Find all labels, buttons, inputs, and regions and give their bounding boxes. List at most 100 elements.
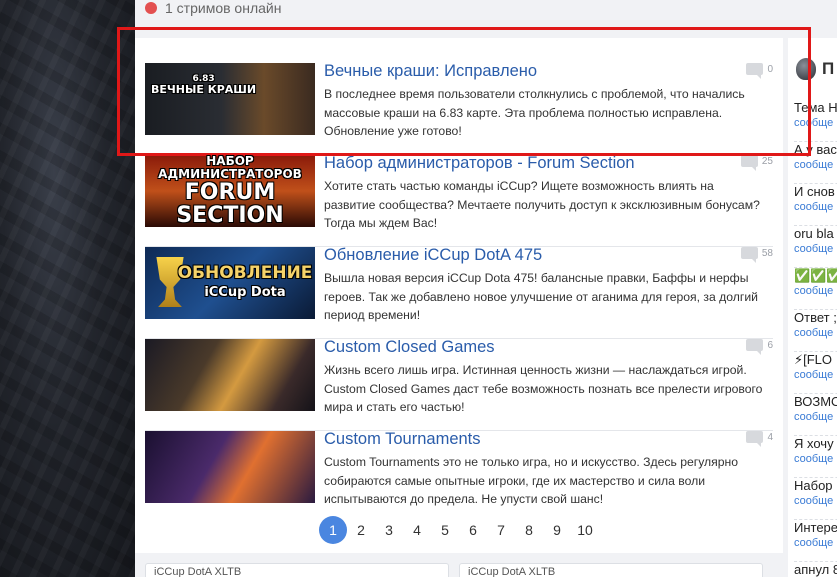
news-item[interactable]: 6.83 ВЕЧНЫЕ КРАШИ Вечные краши: Исправле… — [145, 62, 773, 155]
page-10-button[interactable]: 10 — [571, 516, 599, 544]
topic-item[interactable]: И снов сообще — [794, 184, 837, 226]
news-item[interactable]: ОБНОВЛЕНИЕ iCCup Dota Обновление iCCup D… — [145, 246, 773, 339]
news-description: Вышла новая версия iCCup Dota 475! балан… — [324, 271, 758, 322]
streams-online-label: 1 стримов онлайн — [165, 0, 282, 16]
shield-icon — [796, 58, 816, 80]
news-description: Хотите стать частью команды iCCup? Ищете… — [324, 179, 760, 230]
topic-item[interactable]: ВОЗМО сообще — [794, 394, 837, 436]
topic-meta[interactable]: сообще — [794, 537, 833, 549]
topic-item[interactable]: Тема Н сообще — [794, 100, 837, 142]
news-item[interactable]: НАБОР АДМИНИСТРАТОРОВ FORUM SECTION Набо… — [145, 154, 773, 247]
comment-count-value: 4 — [767, 431, 773, 443]
topic-meta[interactable]: сообще — [794, 285, 833, 297]
page-5-button[interactable]: 5 — [431, 516, 459, 544]
comment-count[interactable]: 4 — [746, 431, 773, 447]
topic-item[interactable]: Набор сообще — [794, 478, 837, 520]
topic-title[interactable]: Набор — [794, 478, 833, 493]
streams-online-bar[interactable]: 1 стримов онлайн — [135, 0, 783, 18]
news-item[interactable]: Custom Closed Games Жизнь всего лишь игр… — [145, 338, 773, 431]
comment-count[interactable]: 25 — [740, 155, 773, 171]
topic-item[interactable]: ⚡[FLO сообще — [794, 352, 837, 394]
comment-count-value: 25 — [761, 155, 773, 167]
topic-meta[interactable]: сообще — [794, 201, 833, 213]
comment-bubble-icon — [740, 155, 758, 171]
topic-meta[interactable]: сообще — [794, 327, 833, 339]
topic-title[interactable]: апнул 8 — [794, 562, 837, 577]
bottom-card[interactable]: iCCup DotA XLTB — [145, 563, 449, 577]
topic-title[interactable]: ВОЗМО — [794, 394, 837, 409]
news-title[interactable]: Вечные краши: Исправлено — [324, 62, 537, 81]
news-title[interactable]: Набор администраторов - Forum Section — [324, 154, 635, 173]
comment-bubble-icon — [746, 431, 764, 447]
background-art — [0, 0, 135, 577]
topic-meta[interactable]: сообще — [794, 411, 833, 423]
news-title[interactable]: Обновление iCCup DotA 475 — [324, 246, 542, 265]
news-description: В последнее время пользователи столкнули… — [324, 87, 745, 138]
forum-topics-panel: П Тема Н сообще А у вас сообще И снов сообщ… — [788, 38, 837, 577]
topic-title[interactable]: Ответ ; — [794, 310, 837, 325]
news-description: Custom Tournaments это не только игра, н… — [324, 455, 739, 506]
page-4-button[interactable]: 4 — [403, 516, 431, 544]
live-dot-icon — [145, 2, 157, 14]
forum-topics-title: П — [822, 59, 835, 78]
comment-bubble-icon — [746, 63, 764, 79]
thumbnail-caption: НАБОР АДМИНИСТРАТОРОВ — [158, 155, 302, 181]
topic-title[interactable]: ✅✅✅ — [794, 268, 837, 284]
bottom-cards: iCCup DotA XLTB iCCup DotA XLTB — [145, 563, 773, 577]
topic-item[interactable]: Ответ ; сообще — [794, 310, 837, 352]
sidebar: П Тема Н сообще А у вас сообще И снов сообщ… — [783, 0, 837, 577]
news-item[interactable]: Custom Tournaments Custom Tournaments эт… — [145, 430, 773, 523]
news-thumbnail[interactable]: НАБОР АДМИНИСТРАТОРОВ FORUM SECTION — [145, 155, 315, 227]
page-1-button[interactable]: 1 — [319, 516, 347, 544]
news-title[interactable]: Custom Closed Games — [324, 338, 495, 357]
forum-topics-header: П — [796, 58, 834, 80]
page-8-button[interactable]: 8 — [515, 516, 543, 544]
news-list: 6.83 ВЕЧНЫЕ КРАШИ Вечные краши: Исправле… — [135, 38, 783, 553]
page-7-button[interactable]: 7 — [487, 516, 515, 544]
topic-title[interactable]: И снов — [794, 184, 835, 199]
comment-count-value: 6 — [767, 339, 773, 351]
news-thumbnail[interactable] — [145, 431, 315, 503]
bottom-card[interactable]: iCCup DotA XLTB — [459, 563, 763, 577]
page-9-button[interactable]: 9 — [543, 516, 571, 544]
topic-title[interactable]: oru bla — [794, 226, 834, 241]
topic-item[interactable]: Я хочу сообще — [794, 436, 837, 478]
thumbnail-caption: ОБНОВЛЕНИЕ — [177, 263, 313, 284]
news-thumbnail[interactable] — [145, 339, 315, 411]
topic-meta[interactable]: сообще — [794, 453, 833, 465]
news-thumbnail[interactable]: ОБНОВЛЕНИЕ iCCup Dota — [145, 247, 315, 319]
topic-title[interactable]: ⚡[FLO — [794, 352, 832, 368]
comment-count[interactable]: 58 — [740, 247, 773, 263]
topic-item[interactable]: ✅✅✅ сообще — [794, 268, 837, 310]
topic-title[interactable]: А у вас — [794, 142, 837, 157]
topic-item[interactable]: oru bla сообще — [794, 226, 837, 268]
topic-title[interactable]: Интере — [794, 520, 837, 535]
pagination: 1 2 3 4 5 6 7 8 9 10 — [319, 516, 599, 544]
topic-item[interactable]: Интере сообще — [794, 520, 837, 562]
thumbnail-caption: FORUM SECTION — [176, 179, 284, 227]
topic-item[interactable]: апнул 8 — [794, 562, 837, 577]
page-2-button[interactable]: 2 — [347, 516, 375, 544]
news-title[interactable]: Custom Tournaments — [324, 430, 481, 449]
topic-item[interactable]: А у вас сообще — [794, 142, 837, 184]
topic-meta[interactable]: сообще — [794, 369, 833, 381]
topic-title[interactable]: Тема Н — [794, 100, 837, 115]
page-3-button[interactable]: 3 — [375, 516, 403, 544]
main-content: 1 стримов онлайн 6.83 ВЕЧНЫЕ КРАШИ Вечны… — [135, 0, 783, 577]
page-6-button[interactable]: 6 — [459, 516, 487, 544]
comment-count-value: 0 — [767, 63, 773, 75]
comment-bubble-icon — [740, 247, 758, 263]
topic-meta[interactable]: сообще — [794, 495, 833, 507]
comment-count-value: 58 — [761, 247, 773, 259]
topic-title[interactable]: Я хочу — [794, 436, 834, 451]
thumbnail-caption: ВЕЧНЫЕ КРАШИ — [151, 83, 257, 97]
topic-meta[interactable]: сообще — [794, 117, 833, 129]
topic-meta[interactable]: сообще — [794, 159, 833, 171]
topic-meta[interactable]: сообще — [794, 243, 833, 255]
news-description: Жизнь всего лишь игра. Истинная ценность… — [324, 363, 763, 414]
comment-count[interactable]: 6 — [746, 339, 773, 355]
thumbnail-caption: iCCup Dota — [204, 285, 286, 300]
comment-count[interactable]: 0 — [746, 63, 773, 79]
comment-bubble-icon — [746, 339, 764, 355]
news-thumbnail[interactable]: 6.83 ВЕЧНЫЕ КРАШИ — [145, 63, 315, 135]
